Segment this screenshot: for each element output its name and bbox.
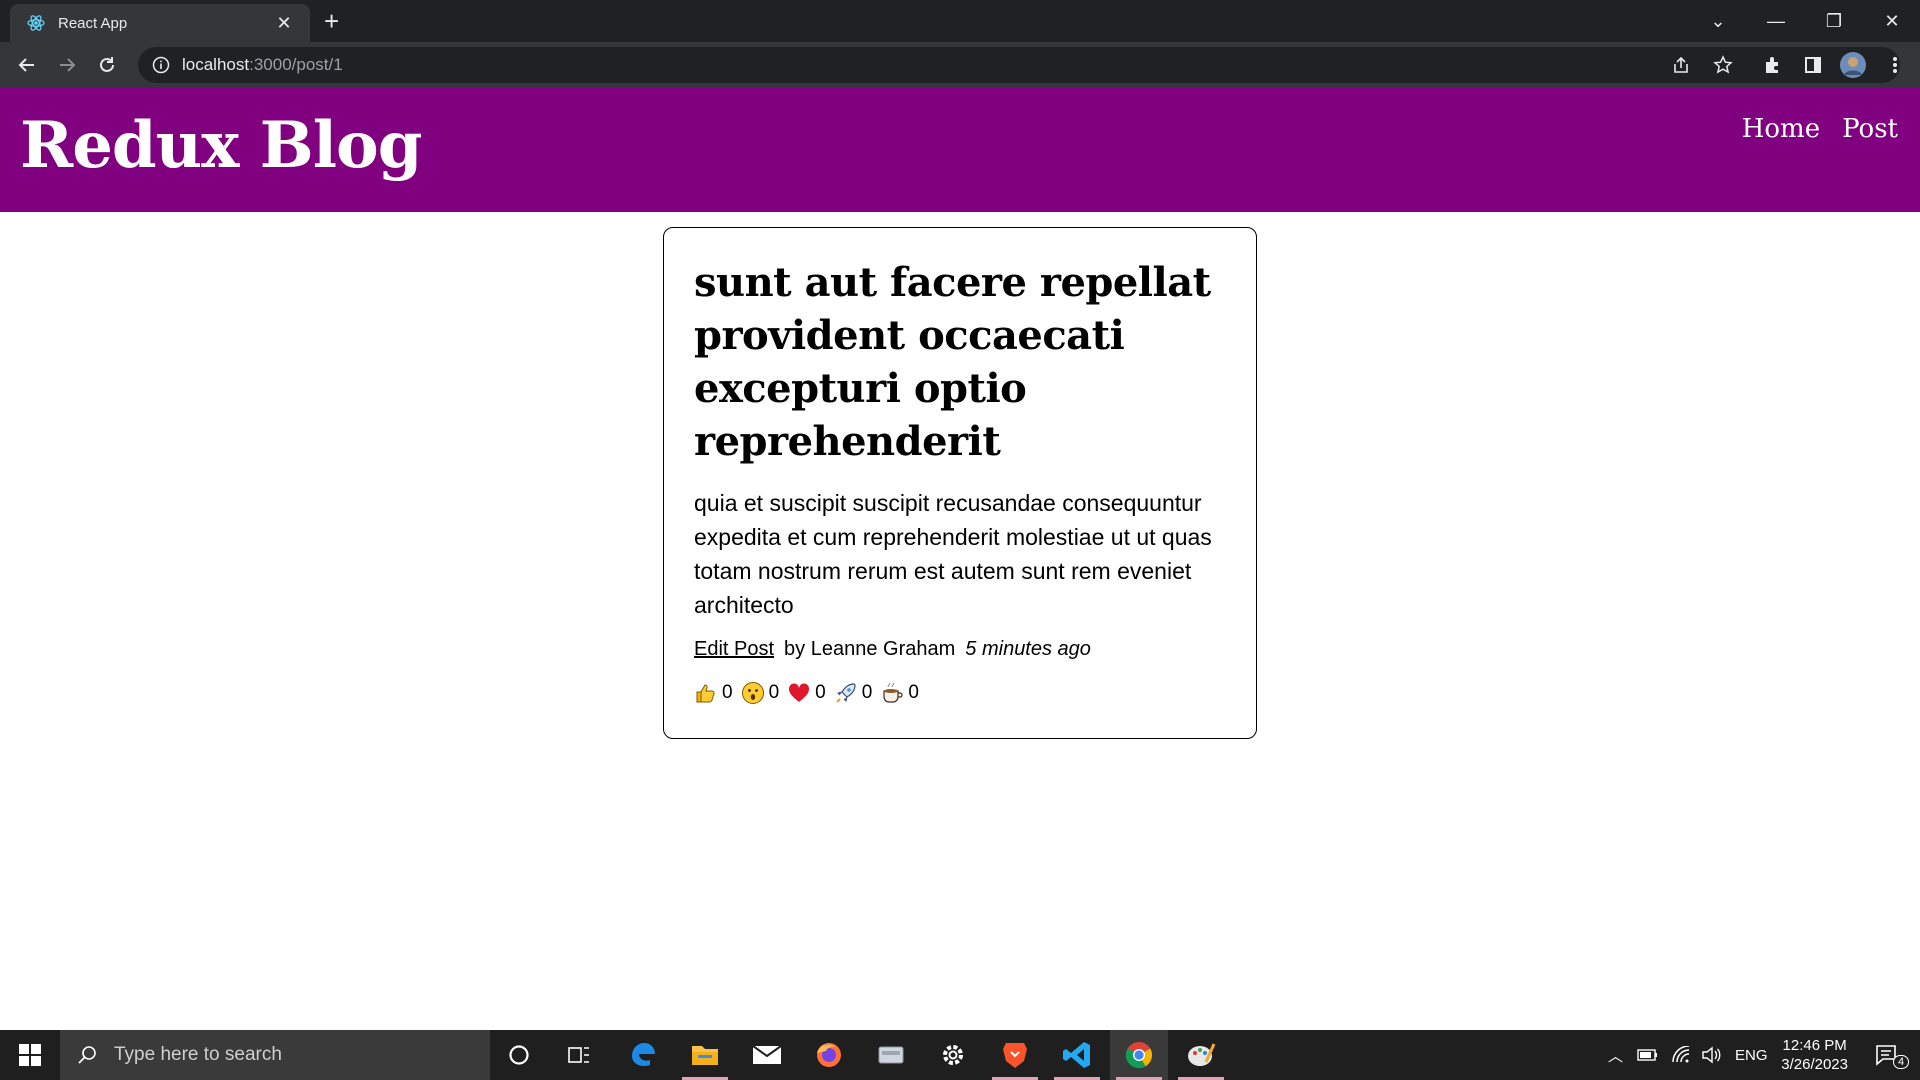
taskbar-storage-app[interactable] [862, 1030, 920, 1080]
post-author: by Leanne Graham [784, 638, 956, 660]
reaction-buttons: 0 0 0 0 0 [694, 681, 1226, 705]
react-logo-icon [27, 15, 45, 31]
back-arrow-icon [18, 58, 34, 72]
forward-arrow-icon [60, 58, 76, 72]
paint-palette-icon [1188, 1043, 1216, 1066]
taskbar-firefox-app[interactable] [800, 1030, 858, 1080]
site-info-icon[interactable] [152, 56, 170, 74]
tab-close-icon[interactable]: ✕ [270, 13, 298, 34]
post-card: sunt aut facere repellat provident occae… [663, 227, 1257, 739]
folder-icon [692, 1046, 718, 1065]
browser-tab-strip: React App ✕ + ⌄ — ❐ ✕ [0, 0, 1920, 42]
restore-button[interactable]: ❐ [1806, 0, 1862, 42]
site-brand: Redux Blog [20, 108, 422, 183]
reaction-thumbs-up-button[interactable]: 0 [694, 681, 733, 705]
reaction-wow-button[interactable]: 0 [741, 681, 780, 705]
site-header: Redux Blog Home Post [0, 88, 1920, 212]
reaction-heart-button[interactable]: 0 [787, 681, 826, 705]
reaction-count: 0 [722, 682, 733, 703]
taskbar-settings-app[interactable] [924, 1030, 982, 1080]
wow-face-icon [741, 682, 764, 704]
windows-logo-icon [19, 1044, 41, 1066]
post-body: quia et suscipit suscipit recusandae con… [694, 490, 1212, 618]
gear-icon [943, 1045, 963, 1065]
vscode-icon [1063, 1042, 1090, 1068]
reaction-count: 0 [861, 682, 873, 703]
taskbar-file-explorer-app[interactable] [676, 1030, 734, 1080]
edge-icon [632, 1043, 655, 1066]
close-window-button[interactable]: ✕ [1864, 0, 1920, 42]
wifi-icon[interactable] [1671, 1046, 1691, 1064]
forward-button[interactable] [52, 50, 82, 80]
heart-icon [789, 683, 810, 702]
show-hidden-icons-chevron-icon[interactable]: ︿ [1608, 1045, 1623, 1066]
site-nav: Home Post [1742, 114, 1898, 144]
reload-button[interactable] [92, 50, 122, 80]
post-timestamp: 5 minutes ago [965, 638, 1091, 660]
storage-drive-icon [878, 1046, 904, 1064]
battery-icon[interactable] [1637, 1048, 1659, 1062]
taskbar-chrome-app[interactable] [1110, 1030, 1168, 1080]
reaction-count: 0 [815, 682, 826, 703]
chrome-icon [1125, 1042, 1153, 1069]
profile-avatar[interactable] [1840, 52, 1866, 78]
mail-icon [752, 1045, 782, 1064]
nav-home-link[interactable]: Home [1742, 114, 1820, 144]
search-icon [78, 1046, 96, 1064]
tab-search-icon[interactable]: ⌄ [1690, 0, 1746, 42]
taskbar-clock[interactable]: 12:46 PM 3/26/2023 [1781, 1036, 1848, 1074]
cortana-button[interactable] [490, 1030, 548, 1080]
reaction-coffee-button[interactable]: 0 [880, 681, 919, 705]
nav-post-link[interactable]: Post [1842, 114, 1898, 144]
back-button[interactable] [12, 50, 42, 80]
browser-menu-icon[interactable] [1882, 52, 1908, 78]
url-path: :3000/post/1 [249, 55, 343, 74]
start-button[interactable] [0, 1030, 60, 1080]
search-placeholder: Type here to search [114, 1044, 282, 1065]
reload-icon [100, 57, 114, 72]
task-view-button[interactable] [550, 1030, 608, 1080]
tab-title: React App [58, 14, 128, 32]
address-bar[interactable]: localhost:3000/post/1 [138, 47, 1900, 83]
browser-toolbar: localhost:3000/post/1 [0, 42, 1920, 88]
taskbar-vscode-app[interactable] [1048, 1030, 1106, 1080]
share-icon[interactable] [1668, 52, 1694, 78]
clock-date: 3/26/2023 [1781, 1056, 1848, 1073]
post-title: sunt aut facere repellat provident occae… [694, 259, 1211, 465]
windows-taskbar: Type here to search ︿ ENG 12:46 PM 3/26/… [0, 1030, 1920, 1080]
volume-icon[interactable] [1701, 1046, 1721, 1064]
taskbar-search-box[interactable]: Type here to search [60, 1030, 490, 1080]
edit-post-link[interactable]: Edit Post [694, 638, 774, 661]
taskbar-mail-app[interactable] [738, 1030, 796, 1080]
firefox-icon [817, 1043, 841, 1067]
brave-lion-icon [1003, 1043, 1027, 1068]
taskbar-brave-app[interactable] [986, 1030, 1044, 1080]
reaction-rocket-button[interactable]: 0 [834, 681, 873, 705]
clock-time: 12:46 PM [1782, 1037, 1847, 1054]
taskbar-paint-app[interactable] [1172, 1030, 1230, 1080]
bookmark-star-icon[interactable] [1710, 52, 1736, 78]
coffee-icon [883, 682, 903, 703]
taskbar-edge-app[interactable] [614, 1030, 672, 1080]
post-meta: Edit Post by Leanne Graham 5 minutes ago [694, 638, 1226, 661]
action-center-button[interactable]: 4 [1864, 1030, 1920, 1080]
task-view-icon [568, 1047, 589, 1063]
reaction-count: 0 [768, 682, 780, 703]
url-host: localhost [182, 55, 250, 74]
system-tray: ︿ ENG [1608, 1030, 1768, 1080]
side-panel-icon[interactable] [1800, 52, 1826, 78]
new-tab-button[interactable]: + [324, 7, 339, 35]
minimize-button[interactable]: — [1748, 0, 1804, 42]
input-language[interactable]: ENG [1735, 1047, 1768, 1064]
cortana-circle-icon [509, 1045, 529, 1065]
rocket-icon [836, 683, 856, 703]
reaction-count: 0 [908, 682, 919, 703]
url-text: localhost:3000/post/1 [182, 55, 343, 75]
notification-count: 4 [1892, 1055, 1910, 1069]
browser-tab[interactable]: React App ✕ [10, 4, 310, 42]
extensions-puzzle-icon[interactable] [1760, 52, 1786, 78]
thumbs-up-icon [696, 684, 715, 703]
